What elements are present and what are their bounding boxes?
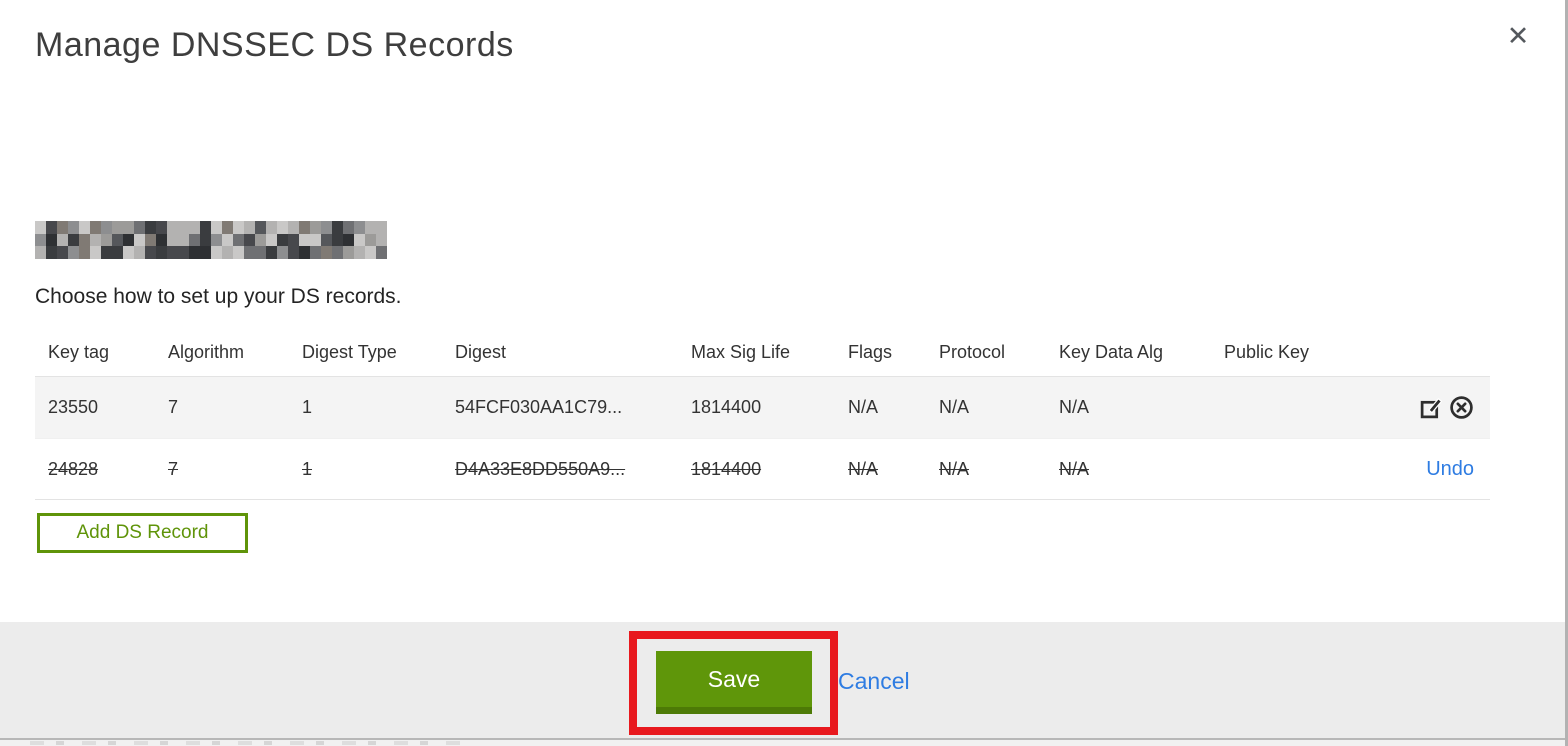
col-digest: Digest xyxy=(455,341,507,362)
cell-max-sig-life: 1814400 xyxy=(691,458,762,479)
cell-digest: 54FCF030AA1C79... xyxy=(455,397,623,417)
save-button[interactable]: Save xyxy=(656,651,812,714)
page-title: Manage DNSSEC DS Records xyxy=(35,26,514,64)
background-page-content xyxy=(30,741,460,745)
cell-key-data-alg: N/A xyxy=(1059,397,1090,417)
ds-records-table: Key tag Algorithm Digest Type Digest Max… xyxy=(35,328,1490,500)
cell-key-tag: 23550 xyxy=(48,397,99,417)
add-ds-record-button[interactable]: Add DS Record xyxy=(37,513,248,553)
table-row-deleted: 24828 7 1 D4A33E8DD550A9... 1814400 N/A … xyxy=(35,438,1490,500)
col-public-key: Public Key xyxy=(1224,341,1310,362)
instruction-text: Choose how to set up your DS records. xyxy=(35,285,402,308)
col-algorithm: Algorithm xyxy=(168,341,245,362)
cell-digest-type: 1 xyxy=(302,458,313,479)
delete-icon[interactable] xyxy=(1448,395,1474,421)
table-header-row: Key tag Algorithm Digest Type Digest Max… xyxy=(35,328,1490,376)
col-key-tag: Key tag xyxy=(48,341,110,362)
cancel-link[interactable]: Cancel xyxy=(838,668,910,695)
cell-algorithm: 7 xyxy=(168,397,179,417)
table-row-active: 23550 7 1 54FCF030AA1C79... 1814400 N/A … xyxy=(35,376,1490,438)
cell-flags: N/A xyxy=(848,458,879,479)
cell-digest-type: 1 xyxy=(302,397,313,417)
col-flags: Flags xyxy=(848,341,893,362)
cell-protocol: N/A xyxy=(939,397,970,417)
col-key-data-alg: Key Data Alg xyxy=(1059,341,1164,362)
dnssec-modal: Manage DNSSEC DS Records ✕ Choose how to… xyxy=(0,0,1568,746)
cell-key-data-alg: N/A xyxy=(1059,458,1090,479)
cell-protocol: N/A xyxy=(939,458,970,479)
col-max-sig-life: Max Sig Life xyxy=(691,341,791,362)
cell-algorithm: 7 xyxy=(168,458,179,479)
col-protocol: Protocol xyxy=(939,341,1006,362)
cell-digest: D4A33E8DD550A9... xyxy=(455,458,626,479)
cell-key-tag: 24828 xyxy=(48,458,99,479)
edit-icon[interactable] xyxy=(1418,395,1444,421)
undo-link[interactable]: Undo xyxy=(1426,458,1474,481)
cell-max-sig-life: 1814400 xyxy=(691,397,762,417)
cell-flags: N/A xyxy=(848,397,879,417)
redacted-domain-name xyxy=(35,221,387,259)
close-icon[interactable]: ✕ xyxy=(1502,20,1534,52)
col-digest-type: Digest Type xyxy=(302,341,397,362)
